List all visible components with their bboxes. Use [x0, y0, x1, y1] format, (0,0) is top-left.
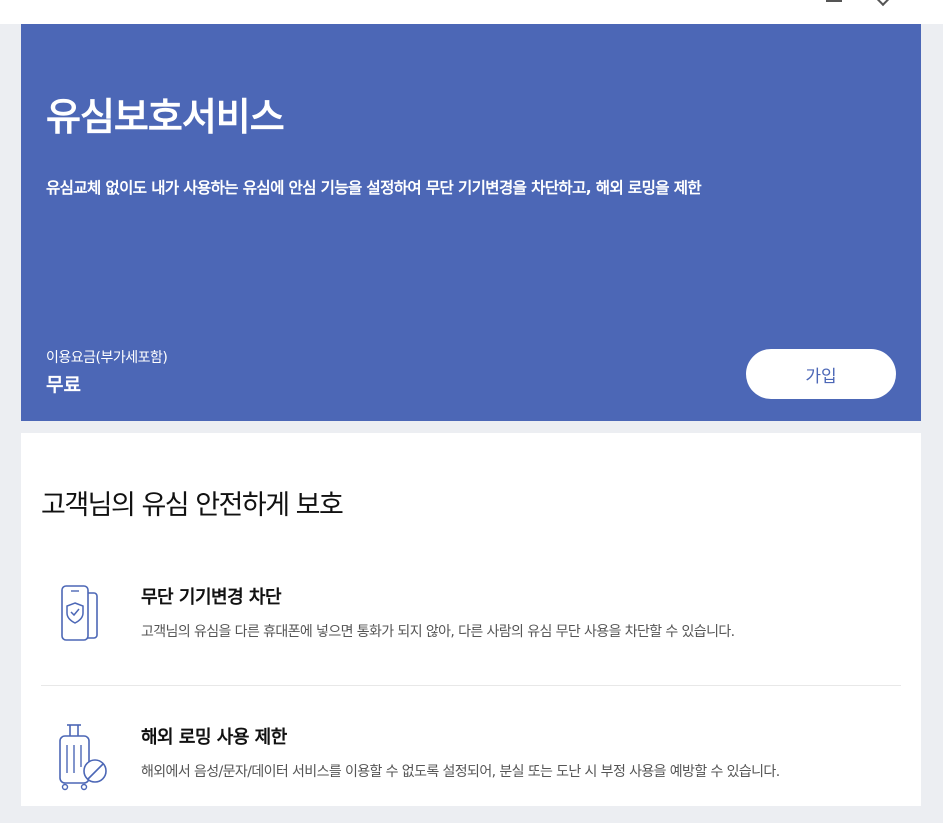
feature-description: 고객님의 유심을 다른 휴대폰에 넣으면 통화가 되지 않아, 다른 사람의 유… [141, 624, 735, 640]
feature-description: 해외에서 음성/문자/데이터 서비스를 이용할 수 없도록 설정되어, 분실 또… [141, 764, 780, 780]
feature-title: 해외 로밍 사용 제한 [141, 727, 287, 748]
page-title: 유심보호서비스 [46, 95, 285, 139]
phone-shield-icon [61, 585, 98, 641]
feature-item-device-block: 무단 기기변경 차단 고객님의 유심을 다른 휴대폰에 넣으면 통화가 되지 않… [41, 583, 901, 683]
join-button[interactable]: 가입 [746, 349, 896, 399]
feature-item-roaming-limit: 해외 로밍 사용 제한 해외에서 음성/문자/데이터 서비스를 이용할 수 없도… [41, 723, 901, 823]
luggage-blocked-icon [59, 724, 107, 791]
service-description: 유심교체 없이도 내가 사용하는 유심에 안심 기능을 설정하여 무단 기기변경… [46, 179, 702, 197]
service-hero-banner: 유심보호서비스 유심교체 없이도 내가 사용하는 유심에 안심 기능을 설정하여… [21, 24, 921, 421]
fee-label: 이용요금(부가세포함) [46, 350, 168, 366]
menu-icon[interactable] [826, 0, 842, 2]
section-title: 고객님의 유심 안전하게 보호 [41, 490, 344, 521]
top-bar [0, 0, 943, 24]
chevron-down-icon[interactable] [878, 0, 894, 3]
divider [41, 685, 901, 686]
feature-title: 무단 기기변경 차단 [141, 587, 282, 608]
fee-value: 무료 [46, 374, 81, 396]
benefits-section: 고객님의 유심 안전하게 보호 무단 기기변경 차단 고객님의 유심을 다른 휴… [21, 433, 921, 806]
